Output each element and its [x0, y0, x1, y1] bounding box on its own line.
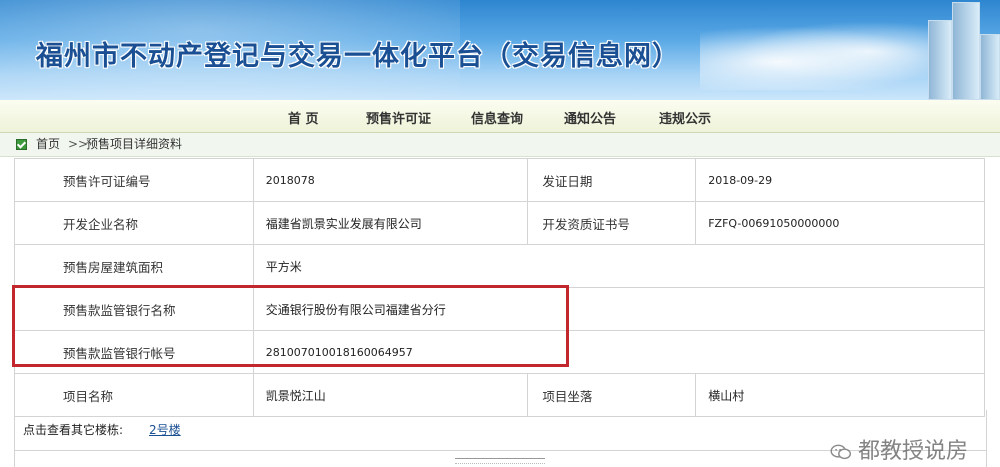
nav-home[interactable]: 首 页: [288, 108, 319, 127]
bank-name-value: 交通银行股份有限公司福建省分行: [252, 287, 986, 331]
table-row: 预售许可证编号 2018078 发证日期 2018-09-29: [14, 158, 985, 202]
permit-no-value: 2018078: [252, 158, 529, 202]
nav-info-query[interactable]: 信息查询: [471, 108, 523, 127]
other-buildings-label: 点击查看其它楼栋:: [23, 423, 124, 437]
wechat-icon: [830, 444, 852, 460]
site-title: 福州市不动产登记与交易一体化平台（交易信息网）: [36, 41, 680, 72]
cut-off-text-fragment: [455, 458, 545, 464]
bank-account-label: 预售款监管银行帐号: [14, 330, 254, 374]
nav-presale-permit[interactable]: 预售许可证: [366, 108, 431, 127]
area-label: 预售房屋建筑面积: [14, 244, 254, 288]
watermark-text: 都教授说房: [857, 439, 968, 464]
table-row: 预售款监管银行帐号 281007010018160064957: [14, 330, 986, 374]
breadcrumb-current: 预售项目详细资料: [86, 137, 183, 151]
nav-violations[interactable]: 违规公示: [659, 108, 711, 127]
breadcrumb: 首页 >> 预售项目详细资料: [0, 133, 1000, 157]
qualification-label: 开发资质证书号: [527, 201, 697, 245]
issue-date-value: 2018-09-29: [695, 158, 985, 202]
permit-no-label: 预售许可证编号: [14, 158, 254, 202]
table-row: 开发企业名称 福建省凯景实业发展有限公司 开发资质证书号 FZFQ-006910…: [14, 201, 985, 245]
developer-label: 开发企业名称: [14, 201, 254, 245]
bank-name-label: 预售款监管银行名称: [14, 287, 254, 331]
bank-account-value: 281007010018160064957: [252, 330, 986, 374]
table-row: 预售款监管银行名称 交通银行股份有限公司福建省分行: [14, 287, 986, 331]
breadcrumb-home[interactable]: 首页: [36, 133, 60, 156]
issue-date-label: 发证日期: [527, 158, 697, 202]
nav-notices[interactable]: 通知公告: [564, 108, 616, 127]
main-nav: 首 页 预售许可证 信息查询 通知公告 违规公示: [0, 100, 1000, 133]
building-2-link[interactable]: 2号楼: [149, 410, 181, 450]
developer-value: 福建省凯景实业发展有限公司: [252, 201, 529, 245]
watermark: 都教授说房: [830, 433, 968, 465]
table-row: 预售房屋建筑面积 平方米: [14, 244, 986, 288]
header-banner: 福州市不动产登记与交易一体化平台（交易信息网）: [0, 0, 1000, 100]
area-value: 平方米: [252, 244, 986, 288]
banner-buildings-graphic: [910, 0, 1000, 100]
project-details-table: 预售许可证编号 2018078 发证日期 2018-09-29 开发企业名称 福…: [14, 158, 986, 417]
qualification-value: FZFQ-00691050000000: [695, 201, 985, 245]
checkbox-icon: [16, 139, 27, 150]
